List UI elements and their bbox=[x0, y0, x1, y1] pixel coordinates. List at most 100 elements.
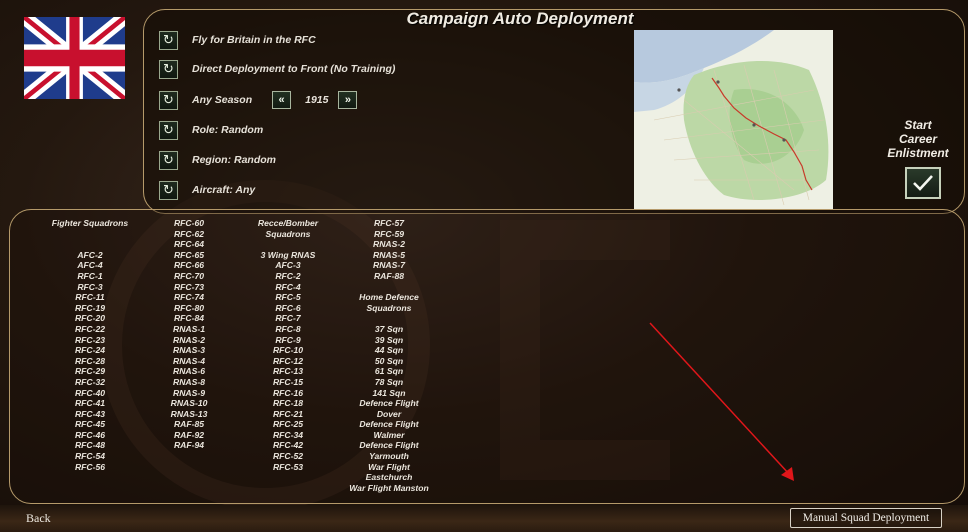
squadron-item[interactable]: RFC-57 bbox=[338, 218, 440, 229]
squadron-item[interactable]: RFC-21 bbox=[245, 409, 331, 420]
squadron-item[interactable]: Defence Flight bbox=[338, 419, 440, 430]
squadron-item[interactable]: War Flight bbox=[338, 462, 440, 473]
squadron-item[interactable]: RFC-42 bbox=[245, 440, 331, 451]
manual-squad-deployment-button[interactable]: Manual Squad Deployment bbox=[790, 508, 942, 528]
squadron-item[interactable]: 61 Sqn bbox=[338, 366, 440, 377]
squadron-item[interactable]: RFC-8 bbox=[245, 324, 331, 335]
squadron-item[interactable]: RFC-43 bbox=[40, 409, 140, 420]
squadron-item[interactable]: AFC-2 bbox=[40, 250, 140, 261]
squadron-item[interactable]: RFC-34 bbox=[245, 430, 331, 441]
squadron-item[interactable]: RFC-65 bbox=[150, 250, 228, 261]
squadron-item[interactable]: RFC-1 bbox=[40, 271, 140, 282]
squadron-item[interactable]: RNAS-7 bbox=[338, 260, 440, 271]
squadron-item[interactable]: RFC-11 bbox=[40, 292, 140, 303]
squadron-item[interactable]: RFC-2 bbox=[245, 271, 331, 282]
squadron-item[interactable]: RFC-64 bbox=[150, 239, 228, 250]
squadron-item[interactable]: RFC-13 bbox=[245, 366, 331, 377]
squadron-item[interactable]: RFC-10 bbox=[245, 345, 331, 356]
squadron-item[interactable]: RFC-59 bbox=[338, 229, 440, 240]
squadron-item[interactable]: RFC-74 bbox=[150, 292, 228, 303]
cycle-icon[interactable]: ↻ bbox=[159, 90, 178, 110]
squadron-item[interactable]: RFC-23 bbox=[40, 335, 140, 346]
squadron-item[interactable]: RFC-29 bbox=[40, 366, 140, 377]
squadron-item[interactable]: RFC-46 bbox=[40, 430, 140, 441]
squadron-item[interactable]: 141 Sqn bbox=[338, 388, 440, 399]
squadron-item[interactable]: Walmer bbox=[338, 430, 440, 441]
squadron-item[interactable]: RFC-40 bbox=[40, 388, 140, 399]
squadron-item[interactable]: RNAS-10 bbox=[150, 398, 228, 409]
squadron-item[interactable]: RFC-45 bbox=[40, 419, 140, 430]
squadron-item[interactable]: RNAS-2 bbox=[338, 239, 440, 250]
squadron-item[interactable]: 39 Sqn bbox=[338, 335, 440, 346]
squadron-item[interactable]: RNAS-4 bbox=[150, 356, 228, 367]
squadron-item[interactable]: RFC-7 bbox=[245, 313, 331, 324]
squadron-item[interactable]: 44 Sqn bbox=[338, 345, 440, 356]
squadron-item[interactable]: RFC-48 bbox=[40, 440, 140, 451]
squadron-item[interactable]: RFC-80 bbox=[150, 303, 228, 314]
squadron-item[interactable]: RFC-54 bbox=[40, 451, 140, 462]
back-button[interactable]: Back bbox=[26, 511, 51, 526]
squadron-item[interactable]: RFC-53 bbox=[245, 462, 331, 473]
squadron-item[interactable]: AFC-3 bbox=[245, 260, 331, 271]
squadron-item[interactable]: RFC-60 bbox=[150, 218, 228, 229]
squadron-item[interactable]: RNAS-2 bbox=[150, 335, 228, 346]
squadron-item[interactable]: RFC-5 bbox=[245, 292, 331, 303]
career-label-line3: Enlistment bbox=[887, 146, 949, 160]
squadron-item[interactable]: RNAS-3 bbox=[150, 345, 228, 356]
squadron-item[interactable]: RFC-4 bbox=[245, 282, 331, 293]
squadron-item[interactable]: RAF-92 bbox=[150, 430, 228, 441]
cycle-icon[interactable]: ↻ bbox=[159, 59, 178, 79]
squadron-item[interactable]: War Flight Manston bbox=[338, 483, 440, 494]
squadron-item[interactable]: RFC-56 bbox=[40, 462, 140, 473]
squadron-item[interactable]: RFC-6 bbox=[245, 303, 331, 314]
squadron-item[interactable]: RFC-25 bbox=[245, 419, 331, 430]
squadron-item[interactable]: 78 Sqn bbox=[338, 377, 440, 388]
squadron-item[interactable]: RNAS-13 bbox=[150, 409, 228, 420]
year-next-icon[interactable]: » bbox=[338, 91, 358, 109]
squadron-item[interactable]: RFC-24 bbox=[40, 345, 140, 356]
squadron-item[interactable]: RNAS-8 bbox=[150, 377, 228, 388]
squadron-item[interactable]: RFC-16 bbox=[245, 388, 331, 399]
squadron-item[interactable]: RFC-9 bbox=[245, 335, 331, 346]
squadron-item[interactable]: Defence Flight bbox=[338, 398, 440, 409]
cycle-icon[interactable]: ↻ bbox=[159, 30, 178, 50]
cycle-icon[interactable]: ↻ bbox=[159, 180, 178, 200]
squadron-item[interactable]: RFC-15 bbox=[245, 377, 331, 388]
squadron-item[interactable]: Dover bbox=[338, 409, 440, 420]
cycle-icon[interactable]: ↻ bbox=[159, 150, 178, 170]
squadron-item[interactable]: RFC-62 bbox=[150, 229, 228, 240]
squadron-item[interactable]: RFC-20 bbox=[40, 313, 140, 324]
squadron-item[interactable]: RFC-12 bbox=[245, 356, 331, 367]
squadron-item[interactable]: RNAS-5 bbox=[338, 250, 440, 261]
squadron-item[interactable]: Eastchurch bbox=[338, 472, 440, 483]
option-row-region: ↻ Region: Random bbox=[159, 149, 276, 171]
squadron-item[interactable]: RAF-85 bbox=[150, 419, 228, 430]
squadron-item[interactable]: 50 Sqn bbox=[338, 356, 440, 367]
squadron-item[interactable]: RFC-22 bbox=[40, 324, 140, 335]
squadron-item[interactable]: RFC-41 bbox=[40, 398, 140, 409]
cycle-icon[interactable]: ↻ bbox=[159, 120, 178, 140]
start-career-button[interactable] bbox=[905, 167, 941, 199]
squadron-item[interactable]: RFC-52 bbox=[245, 451, 331, 462]
squadron-item[interactable]: 37 Sqn bbox=[338, 324, 440, 335]
squadron-item[interactable]: RFC-19 bbox=[40, 303, 140, 314]
squadron-item[interactable]: RNAS-9 bbox=[150, 388, 228, 399]
squadron-item[interactable]: RFC-73 bbox=[150, 282, 228, 293]
option-row-deployment: ↻ Direct Deployment to Front (No Trainin… bbox=[159, 58, 395, 80]
squadron-item[interactable]: RNAS-1 bbox=[150, 324, 228, 335]
squadron-item[interactable]: RFC-66 bbox=[150, 260, 228, 271]
squadron-item[interactable]: RNAS-6 bbox=[150, 366, 228, 377]
squadron-item[interactable]: RFC-70 bbox=[150, 271, 228, 282]
squadron-item[interactable]: RAF-88 bbox=[338, 271, 440, 282]
squadron-item[interactable]: RFC-18 bbox=[245, 398, 331, 409]
squadron-item[interactable]: Defence Flight bbox=[338, 440, 440, 451]
squadron-item[interactable]: RFC-28 bbox=[40, 356, 140, 367]
squadron-item[interactable]: RFC-32 bbox=[40, 377, 140, 388]
squadron-item[interactable]: RFC-84 bbox=[150, 313, 228, 324]
squadron-item[interactable]: AFC-4 bbox=[40, 260, 140, 271]
squadron-item[interactable]: RAF-94 bbox=[150, 440, 228, 451]
year-prev-icon[interactable]: « bbox=[272, 91, 292, 109]
squadron-item[interactable]: RFC-3 bbox=[40, 282, 140, 293]
squadron-item[interactable]: Yarmouth bbox=[338, 451, 440, 462]
squadron-item[interactable]: 3 Wing RNAS bbox=[245, 250, 331, 261]
